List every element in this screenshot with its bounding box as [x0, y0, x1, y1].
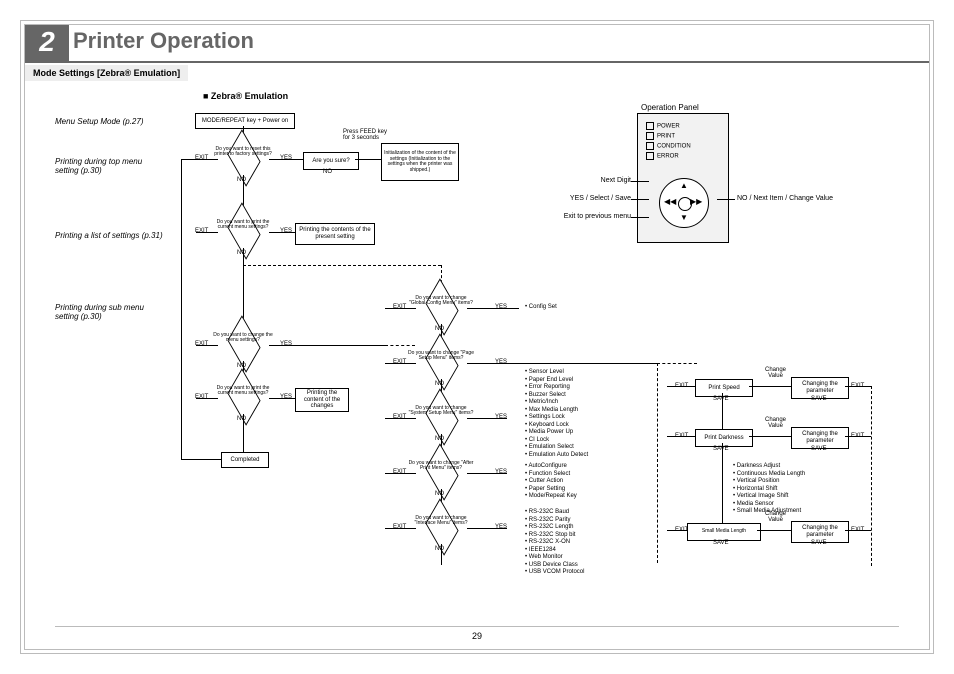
dpad: ▲ ▼ ◀◀ ▶▶ [659, 178, 709, 228]
section-heading: ■ Zebra® Emulation [203, 91, 288, 101]
box-darkness: Print Darkness [695, 429, 753, 447]
sidenote-a: Menu Setup Mode (p.27) [55, 117, 165, 126]
sidenote-c: Printing a list of settings (p.31) [55, 231, 165, 240]
box-smallmedia: Small Media Length [687, 523, 761, 541]
box-sure: Are you sure? [303, 152, 359, 170]
footer-rule [55, 626, 899, 627]
lbl-exit: EXIT [195, 155, 208, 161]
page-number: 29 [472, 631, 482, 641]
chapter-number: 2 [25, 25, 69, 61]
box-changes: Printing the content of the changes [295, 388, 349, 412]
bullets-interface: RS-232C BaudRS-232C ParityRS-232C Length… [525, 509, 584, 577]
bullets-param: Darkness AdjustContinuous Media LengthVe… [733, 463, 805, 516]
lbl-yes: YES [280, 155, 292, 161]
diamond-reset: Do you want to reset this printer to fac… [218, 144, 268, 174]
diamond-changemenu: Do you want to change the menu settings? [218, 330, 268, 360]
box-start: MODE/REPEAT key + Power on [195, 113, 295, 129]
lbl-exitprev: Exit to previous menu [531, 213, 631, 220]
sidenote-d: Printing during sub menu setting (p.30) [55, 303, 165, 321]
op-panel-title: Operation Panel [641, 103, 699, 112]
diamond-system: Do you want to change "System Setup Menu… [416, 403, 466, 433]
diamond-interface: Do you want to change "Interface Menu" i… [416, 513, 466, 543]
chapter-rule [25, 61, 929, 63]
bullets-after: AutoConfigureFunction SelectCutter Actio… [525, 463, 577, 501]
diamond-after: Do you want to change "After Print Menu"… [416, 458, 466, 488]
box-completed: Completed [221, 452, 269, 468]
chapter-title: Printer Operation [73, 28, 254, 54]
diamond-printcur: Do you want to print the current menu se… [218, 217, 268, 247]
lbl-yesselect: YES / Select / Save [547, 195, 631, 202]
operation-panel: POWERPRINTCONDITIONERROR ▲ ▼ ◀◀ ▶▶ [637, 113, 729, 243]
sidenote-b: Printing during top menu setting (p.30) [55, 157, 165, 175]
lbl-nextdigit: Next Digit [573, 177, 631, 184]
box-init: Initialization of the content of the set… [381, 143, 459, 181]
box-printspeed: Print Speed [695, 379, 753, 397]
diamond-global: Do you want to change "Global Config Men… [416, 293, 466, 323]
lbl-no: NO [237, 177, 246, 183]
lbl-no2: NO [323, 169, 332, 175]
lbl-nonext: NO / Next Item / Change Value [737, 195, 833, 202]
diamond-printcur2: Do you want to print the current menu se… [218, 383, 268, 413]
lbl-feed: Press FEED key for 3 seconds [343, 129, 387, 141]
bullets-system: Sensor LevelPaper End LevelError Reporti… [525, 369, 588, 459]
diamond-page: Do you want to change "Page Setup Menu" … [416, 348, 466, 378]
lbl-configset: • Config Set [525, 304, 557, 310]
box-present: Printing the contents of the present set… [295, 223, 375, 245]
mode-strip: Mode Settings [Zebra® Emulation] [25, 65, 188, 81]
